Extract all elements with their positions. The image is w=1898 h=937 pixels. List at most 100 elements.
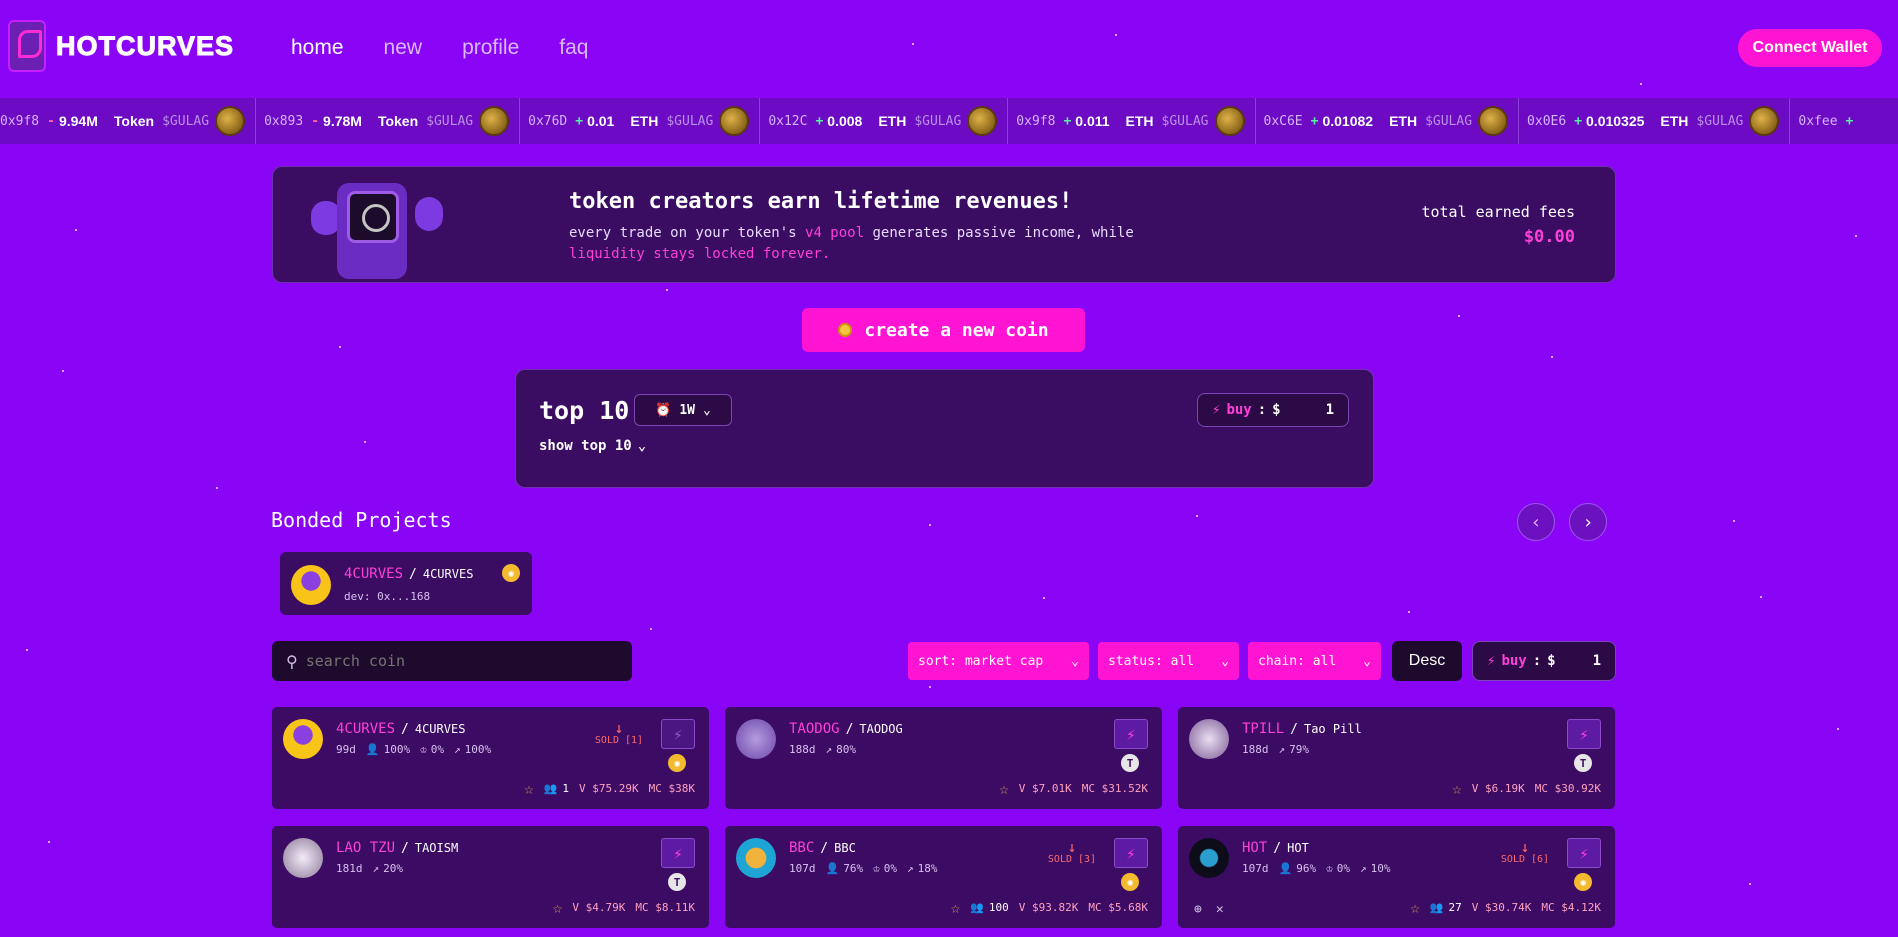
favorite-star-icon[interactable]: ☆ (951, 898, 961, 917)
lightning-icon: ⚡ (673, 843, 683, 863)
ticker-amount: 9.78M (323, 113, 362, 129)
colon: : (1532, 653, 1542, 669)
ticker-addr: 0xC6E (1263, 113, 1303, 129)
ticker-amount: 0.011 (1075, 113, 1110, 129)
ticker-sign: + (1063, 113, 1072, 129)
globe-icon[interactable]: ⊕ (1194, 902, 1202, 917)
coin-marketcap: MC $5.68K (1088, 901, 1148, 914)
quick-buy-button[interactable]: ⚡ (1114, 719, 1148, 749)
nav-faq[interactable]: faq (559, 36, 588, 60)
coin-card[interactable]: TAODOG / TAODOG 188d ↗ 80% ⚡ T ☆ V $7.01K M… (725, 707, 1162, 809)
ticker-item[interactable]: 0x893 - 9.78M Token $GULAG (256, 98, 521, 144)
favorite-star-icon[interactable]: ☆ (999, 779, 1009, 798)
coin-footer: ☆ V $4.79K MC $8.11K (553, 898, 695, 917)
sort-select[interactable]: sort: market cap ⌄ (908, 642, 1089, 680)
coin-card[interactable]: LAO TZU / TAOISM 181d ↗ 20% ⚡ T ☆ V $4.79K … (272, 826, 709, 928)
favorite-star-icon[interactable]: ☆ (524, 779, 534, 798)
brand-logo[interactable]: HOTCURVES (8, 20, 234, 72)
ticker-amount: 0.010325 (1586, 113, 1645, 129)
dev-pct: ♔ 0% (1326, 862, 1350, 875)
holders-count: 👥 100 (970, 901, 1009, 914)
robot-mascot-icon (311, 177, 443, 281)
ticker-addr: 0x893 (264, 113, 304, 129)
coin-stats: 188d ↗ 79% (1242, 743, 1309, 756)
coin-ticker: HOT (1242, 840, 1268, 856)
chain-select[interactable]: chain: all ⌄ (1248, 642, 1381, 680)
ticker-item[interactable]: 0x12C + 0.008 ETH $GULAG (760, 98, 1009, 144)
buy-amount-value: 1 (1592, 653, 1601, 669)
quick-buy-button[interactable]: ⚡ (661, 838, 695, 868)
favorite-star-icon[interactable]: ☆ (1410, 898, 1420, 917)
ticker-amount: 0.01 (587, 113, 615, 129)
ticker-tag: $GULAG (914, 113, 962, 129)
coin-stats: 181d ↗ 20% (336, 862, 403, 875)
coin-icon (479, 106, 510, 136)
coin-volume: V $30.74K (1471, 901, 1532, 914)
coin-stats: 107d 👤 76% ♔ 0% ↗ 18% (789, 862, 937, 875)
favorite-star-icon[interactable]: ☆ (1452, 779, 1462, 798)
coin-footer: ☆ 👥 1 V $75.29K MC $38K (524, 779, 695, 798)
sold-indicator: ↓ SOLD [1] (589, 721, 649, 747)
nav-new[interactable]: new (384, 36, 423, 60)
chart-icon: ↗ (453, 743, 461, 756)
prev-arrow-button[interactable]: ‹ (1517, 503, 1555, 541)
ticker-item[interactable]: 0xC6E + 0.01082 ETH $GULAG (1256, 98, 1520, 144)
dev-pct: ♔ 0% (873, 862, 897, 875)
create-coin-button[interactable]: create a new coin (802, 308, 1085, 352)
coin-ticker: TPILL (1242, 721, 1285, 737)
quick-buy-button[interactable]: ⚡ (1567, 719, 1601, 749)
coin-ticker: TAODOG (789, 721, 840, 737)
coin-card[interactable]: BBC / BBC 107d 👤 76% ♔ 0% ↗ 18% ↓ SOLD [3] ⚡ ✺… (725, 826, 1162, 928)
quick-buy-amount[interactable]: ⚡ buy : $ 1 (1197, 393, 1349, 427)
holders-count: 👥 1 (543, 782, 570, 795)
search-input[interactable] (305, 652, 606, 670)
coin-avatar (1189, 838, 1229, 878)
ticker-item[interactable]: 0x76D + 0.01 ETH $GULAG (520, 98, 761, 144)
revenue-banner: token creators earn lifetime revenues! e… (272, 166, 1616, 283)
coin-card[interactable]: HOT / HOT 107d 👤 96% ♔ 0% ↗ 10% ↓ SOLD [6] ⚡ ✺… (1178, 826, 1615, 928)
bonded-title: Bonded Projects (271, 508, 452, 532)
status-select[interactable]: status: all ⌄ (1098, 642, 1239, 680)
chart-icon: ↗ (825, 743, 833, 756)
status-value: status: all (1108, 653, 1195, 669)
coin-volume: V $4.79K (572, 901, 626, 914)
user-icon: 👤 (1278, 862, 1293, 875)
quick-buy-button[interactable]: ⚡ (1114, 838, 1148, 868)
ticker-item[interactable]: 0x9f8 + 0.011 ETH $GULAG (1008, 98, 1256, 144)
coin-stats: 99d 👤 100% ♔ 0% ↗ 100% (336, 743, 491, 756)
next-arrow-button[interactable]: › (1569, 503, 1607, 541)
chevron-left-icon: ‹ (1530, 511, 1542, 533)
ticker-item[interactable]: 0x0E6 + 0.010325 ETH $GULAG (1519, 98, 1791, 144)
progress-pct: ↗ 100% (453, 743, 492, 756)
coin-footer: ☆ 👥 27 V $30.74K MC $4.12K (1410, 898, 1601, 917)
bonded-project-card[interactable]: 4CURVES / 4CURVES dev: 0x...168 ✺ (280, 552, 532, 615)
coin-avatar (291, 565, 331, 605)
search-box[interactable]: ⚲ (272, 641, 632, 681)
quick-buy-button[interactable]: ⚡ (661, 719, 695, 749)
coin-icon (1749, 106, 1780, 136)
chart-icon: ↗ (906, 862, 914, 875)
sold-indicator: ↓ SOLD [3] (1042, 840, 1102, 866)
ticker-unit: Token (377, 113, 419, 129)
users-icon: 👥 (1429, 901, 1444, 914)
x-twitter-icon[interactable]: ✕ (1216, 902, 1224, 917)
coin-fullname: Tao Pill (1303, 722, 1362, 736)
ticker-item[interactable]: 0x9f8 - 9.94M Token $GULAG (0, 98, 257, 144)
bnb-chain-icon: ✺ (668, 754, 686, 772)
quick-buy-button[interactable]: ⚡ (1567, 838, 1601, 868)
buy-currency: $ (1547, 653, 1556, 669)
show-top10-toggle[interactable]: show top 10 ⌄ (539, 438, 646, 454)
connect-wallet-button[interactable]: Connect Wallet (1738, 29, 1882, 67)
favorite-star-icon[interactable]: ☆ (553, 898, 563, 917)
nav-home[interactable]: home (291, 36, 344, 60)
ticker-item[interactable]: 0xfee + (1790, 98, 1867, 144)
ticker-tag: $GULAG (1425, 113, 1473, 129)
period-select[interactable]: ⏰ 1W ⌄ (634, 394, 732, 426)
quick-buy-amount-list[interactable]: ⚡ buy : $ 1 (1472, 641, 1616, 681)
nav-profile[interactable]: profile (462, 36, 519, 60)
coin-card[interactable]: TPILL / Tao Pill 188d ↗ 79% ⚡ T ☆ V $6.19K … (1178, 707, 1615, 809)
user-icon: 👤 (825, 862, 840, 875)
order-toggle-button[interactable]: Desc (1392, 641, 1462, 681)
coin-card[interactable]: 4CURVES/4CURVES 99d 👤 100% ♔ 0% ↗ 100% ↓ SOL… (272, 707, 709, 809)
logo-icon (8, 20, 46, 72)
